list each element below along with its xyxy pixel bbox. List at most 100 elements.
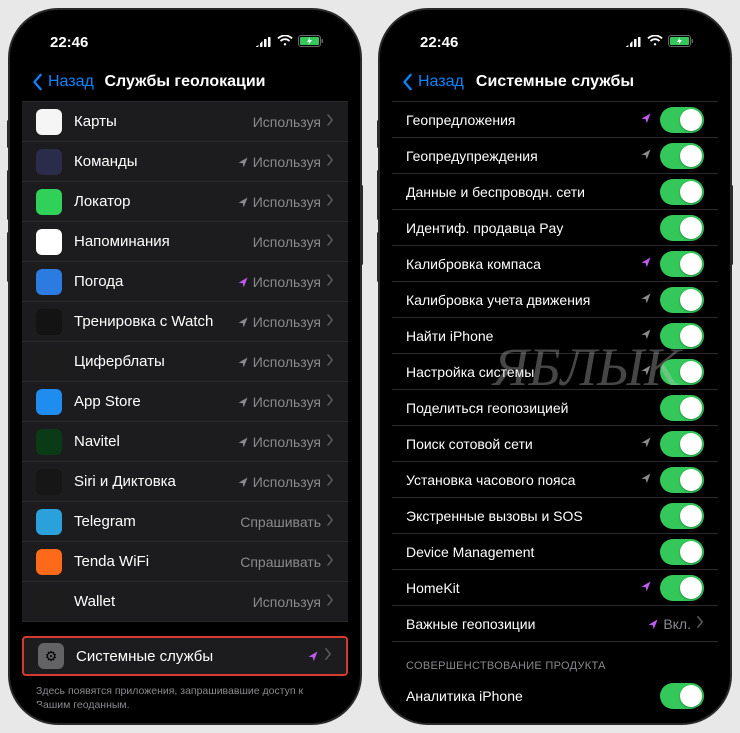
- back-button[interactable]: Назад: [402, 73, 464, 91]
- app-name: App Store: [74, 393, 237, 410]
- toggle-switch[interactable]: [660, 143, 704, 169]
- service-row: Калибровка компаса: [392, 246, 718, 282]
- chevron-right-icon: [327, 193, 334, 211]
- chevron-right-icon: [327, 273, 334, 291]
- service-name: Аналитика iPhone: [406, 688, 660, 704]
- chevron-right-icon: [697, 615, 704, 633]
- location-indicator: [640, 435, 652, 453]
- toggle-switch[interactable]: [660, 575, 704, 601]
- significant-locations-row[interactable]: Важные геопозиции Вкл.: [392, 606, 718, 642]
- app-name: Тренировка с Watch: [74, 313, 237, 330]
- app-row[interactable]: Tenda WiFi Спрашивать: [22, 542, 348, 582]
- app-icon: [36, 229, 62, 255]
- app-row[interactable]: Циферблаты Используя: [22, 342, 348, 382]
- app-icon: [36, 109, 62, 135]
- service-row: Геопредупреждения: [392, 138, 718, 174]
- service-name: Калибровка компаса: [406, 256, 640, 272]
- location-indicator: [640, 291, 652, 309]
- service-name: Настройка системы: [406, 364, 640, 380]
- app-row[interactable]: Напоминания Используя: [22, 222, 348, 262]
- toggle-switch[interactable]: [660, 431, 704, 457]
- app-row[interactable]: Wallet Используя: [22, 582, 348, 622]
- page-title: Службы геолокации: [104, 73, 265, 91]
- toggle-switch[interactable]: [660, 179, 704, 205]
- app-name: Команды: [74, 153, 237, 170]
- service-name: Поиск сотовой сети: [406, 436, 640, 452]
- app-icon: [36, 349, 62, 375]
- app-location-status: Используя: [237, 314, 321, 330]
- toggle-switch[interactable]: [660, 251, 704, 277]
- app-location-status: Используя: [237, 434, 321, 450]
- chevron-right-icon: [327, 433, 334, 451]
- service-row: Калибровка учета движения: [392, 282, 718, 318]
- location-indicator: [640, 147, 652, 165]
- toggle-switch[interactable]: [660, 539, 704, 565]
- service-row: Device Management: [392, 534, 718, 570]
- app-name: Напоминания: [74, 233, 253, 250]
- status-time: 22:46: [420, 34, 458, 51]
- toggle-switch[interactable]: [660, 359, 704, 385]
- toggle-switch[interactable]: [660, 107, 704, 133]
- section-header: СОВЕРШЕНСТВОВАНИЕ ПРОДУКТА: [392, 642, 718, 678]
- app-row[interactable]: Telegram Спрашивать: [22, 502, 348, 542]
- service-name: Идентиф. продавца Pay: [406, 220, 652, 236]
- app-row[interactable]: Siri и Диктовка Используя: [22, 462, 348, 502]
- app-icon: [36, 549, 62, 575]
- toggle-switch[interactable]: [660, 323, 704, 349]
- app-location-status: Используя: [253, 594, 321, 610]
- nav-bar: Назад Системные службы: [392, 62, 718, 102]
- service-name: Данные и беспроводн. сети: [406, 184, 652, 200]
- app-row[interactable]: Команды Используя: [22, 142, 348, 182]
- toggle-switch[interactable]: [660, 683, 704, 709]
- service-row: Данные и беспроводн. сети: [392, 174, 718, 210]
- app-name: Карты: [74, 113, 253, 130]
- back-button[interactable]: Назад: [32, 73, 94, 91]
- service-name: HomeKit: [406, 580, 640, 596]
- app-name: Wallet: [74, 593, 253, 610]
- row-label: Системные службы: [76, 648, 307, 665]
- location-indicator: [640, 327, 652, 345]
- status-time: 22:46: [50, 34, 88, 51]
- row-label: Важные геопозиции: [406, 616, 647, 632]
- app-name: Погода: [74, 273, 237, 290]
- phone-right: 22:46 Назад Системные службы Геопредложе…: [380, 10, 730, 723]
- app-icon: [36, 509, 62, 535]
- toggle-switch[interactable]: [660, 287, 704, 313]
- chevron-right-icon: [327, 313, 334, 331]
- app-location-status: Используя: [253, 234, 321, 250]
- chevron-right-icon: [327, 593, 334, 611]
- notch: [105, 22, 265, 48]
- chevron-right-icon: [327, 153, 334, 171]
- settings-list[interactable]: Геопредложения Геопредупреждения Данные …: [392, 102, 718, 711]
- toggle-switch[interactable]: [660, 395, 704, 421]
- service-row: Идентиф. продавца Pay: [392, 210, 718, 246]
- footer-text: Здесь появятся приложения, запрашивавшие…: [22, 676, 348, 711]
- app-row[interactable]: Локатор Используя: [22, 182, 348, 222]
- app-icon: [36, 189, 62, 215]
- toggle-switch[interactable]: [660, 503, 704, 529]
- app-location-status: Спрашивать: [240, 514, 321, 530]
- app-icon: [36, 469, 62, 495]
- service-row: Экстренные вызовы и SOS: [392, 498, 718, 534]
- notch: [475, 22, 635, 48]
- location-indicator: [640, 255, 652, 273]
- location-indicator: [640, 363, 652, 381]
- app-name: Циферблаты: [74, 353, 237, 370]
- wifi-icon: [277, 34, 293, 51]
- gear-icon: ⚙︎: [38, 643, 64, 669]
- settings-list[interactable]: Карты Используя Команды Используя Локато…: [22, 102, 348, 711]
- toggle-switch[interactable]: [660, 467, 704, 493]
- service-name: Геопредложения: [406, 112, 640, 128]
- app-row[interactable]: App Store Используя: [22, 382, 348, 422]
- app-icon: [36, 589, 62, 615]
- app-row[interactable]: Тренировка с Watch Используя: [22, 302, 348, 342]
- service-row: Установка часового пояса: [392, 462, 718, 498]
- system-services-row[interactable]: ⚙︎ Системные службы: [22, 636, 348, 676]
- app-row[interactable]: Карты Используя: [22, 102, 348, 142]
- service-name: Найти iPhone: [406, 328, 640, 344]
- app-row[interactable]: Navitel Используя: [22, 422, 348, 462]
- chevron-right-icon: [325, 647, 332, 665]
- app-row[interactable]: Погода Используя: [22, 262, 348, 302]
- toggle-switch[interactable]: [660, 215, 704, 241]
- service-row: Настройка системы: [392, 354, 718, 390]
